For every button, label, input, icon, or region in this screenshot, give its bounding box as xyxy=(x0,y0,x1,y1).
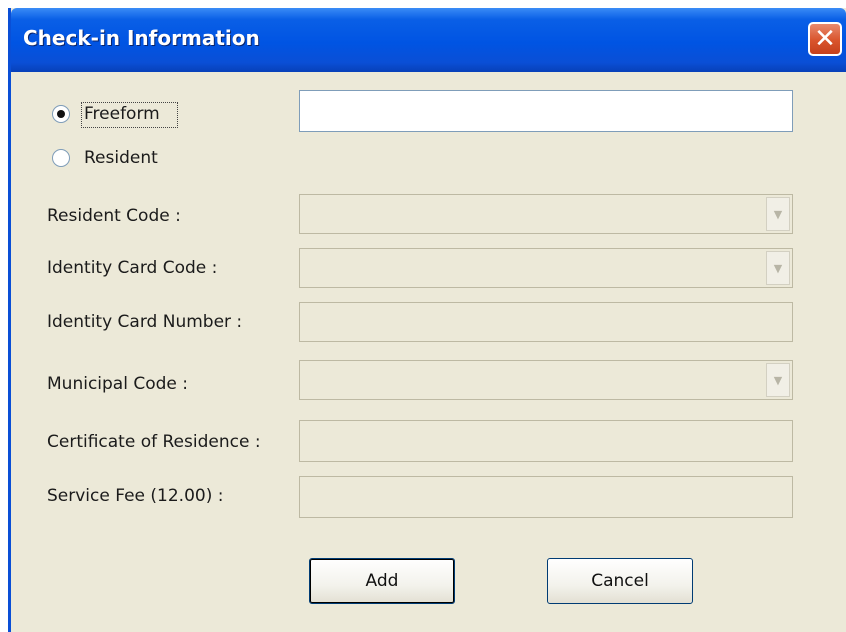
certificate-of-residence-label: Certificate of Residence : xyxy=(47,432,261,452)
service-fee-label: Service Fee (12.00) : xyxy=(47,486,224,506)
identity-card-code-dropdown-button[interactable]: ▼ xyxy=(766,251,790,285)
freeform-input[interactable] xyxy=(299,90,793,132)
resident-code-combobox[interactable]: ▼ xyxy=(299,194,793,234)
chevron-down-icon: ▼ xyxy=(773,207,783,221)
identity-card-number-input[interactable] xyxy=(299,302,793,342)
identity-card-code-combobox[interactable]: ▼ xyxy=(299,248,793,288)
resident-code-label: Resident Code : xyxy=(47,206,181,226)
municipal-code-label: Municipal Code : xyxy=(47,374,188,394)
close-button[interactable]: ✕ xyxy=(808,22,842,56)
municipal-code-dropdown-button[interactable]: ▼ xyxy=(766,363,790,397)
freeform-radio-label[interactable]: Freeform xyxy=(84,104,160,124)
title-bar[interactable]: Check-in Information ✕ xyxy=(11,8,846,72)
radio-selected-dot xyxy=(57,110,65,118)
freeform-radio[interactable] xyxy=(52,105,70,123)
municipal-code-combobox[interactable]: ▼ xyxy=(299,360,793,400)
identity-card-number-label: Identity Card Number : xyxy=(47,312,243,332)
dialog-window: Check-in Information ✕ Freeform Resident… xyxy=(8,8,846,632)
resident-radio[interactable] xyxy=(52,149,70,167)
certificate-of-residence-input[interactable] xyxy=(299,420,793,462)
service-fee-input[interactable] xyxy=(299,476,793,518)
resident-code-dropdown-button[interactable]: ▼ xyxy=(766,197,790,231)
resident-radio-label[interactable]: Resident xyxy=(84,148,158,168)
identity-card-code-label: Identity Card Code : xyxy=(47,258,218,278)
window-title: Check-in Information xyxy=(23,26,260,50)
chevron-down-icon: ▼ xyxy=(773,261,783,275)
add-button[interactable]: Add xyxy=(309,558,455,604)
close-icon: ✕ xyxy=(814,24,836,54)
cancel-button[interactable]: Cancel xyxy=(547,558,693,604)
chevron-down-icon: ▼ xyxy=(773,373,783,387)
